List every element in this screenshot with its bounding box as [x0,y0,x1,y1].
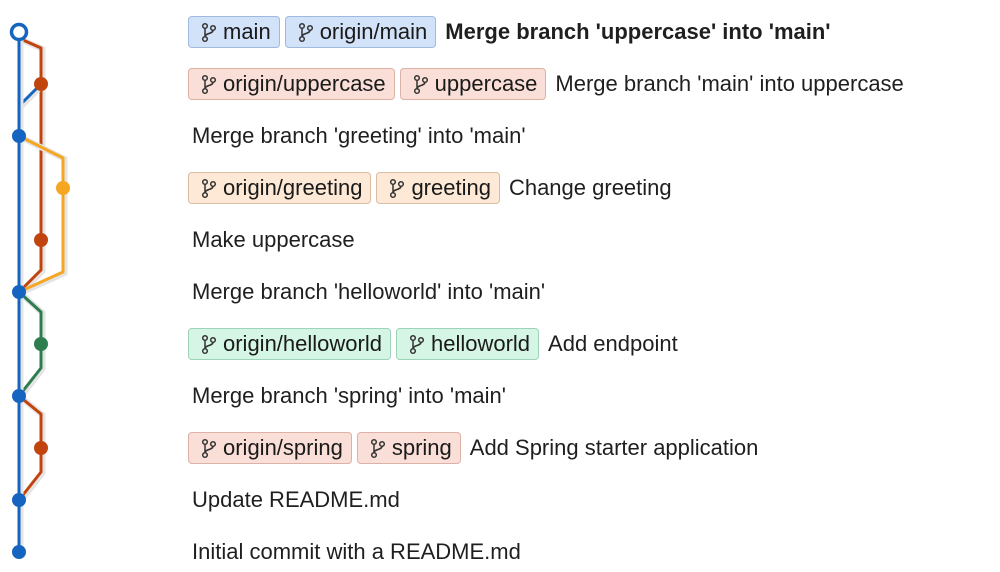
commit-message: Make uppercase [192,227,355,252]
ref-badge-origin-uppercase[interactable]: origin/uppercase [188,68,395,100]
commit-message: Merge branch 'main' into uppercase [555,71,904,96]
commit-row[interactable]: origin/helloworld helloworld Add endpoint [188,326,678,362]
git-branch-icon [298,22,313,43]
commit-message: Add endpoint [548,331,678,356]
commit-message: Merge branch 'helloworld' into 'main' [192,279,546,304]
ref-badge-label: uppercase [434,71,538,96]
commit-graph [9,22,70,559]
git-branch-icon [201,74,217,95]
git-branch-icon [413,74,428,95]
ref-badge-label: origin/uppercase [223,71,386,96]
ref-badge-label: greeting [411,175,491,200]
commit-row[interactable]: Merge branch 'spring' into 'main' [188,378,506,414]
uppercase-branch-line-shadow [17,31,46,296]
ref-badge-uppercase[interactable]: uppercase [399,68,547,100]
ref-badge-helloworld[interactable]: helloworld [395,328,540,360]
git-branch-icon [409,334,425,355]
commit-dot[interactable] [34,77,48,91]
ref-badge-origin-helloworld[interactable]: origin/helloworld [188,328,391,360]
git-branch-icon [201,178,217,199]
commit-message: Merge branch 'greeting' into 'main' [192,123,526,148]
git-branch-icon [201,438,217,459]
ref-badge-label: origin/spring [223,435,343,460]
ref-badge-label: origin/main [319,19,428,44]
git-branch-icon [201,334,217,355]
commit-row[interactable]: Initial commit with a README.md [188,534,521,570]
ref-badge-origin-spring[interactable]: origin/spring [188,432,352,464]
commit-row[interactable]: Make uppercase [188,222,355,258]
commit-dot[interactable] [12,285,26,299]
commit-dot[interactable] [12,389,26,403]
commit-message: Merge branch 'uppercase' into 'main' [445,19,831,44]
git-branch-icon [390,178,405,199]
commit-dot[interactable] [34,233,48,247]
commit-message: Update README.md [192,487,400,512]
commit-row[interactable]: origin/greeting greeting Change greeting [188,170,672,206]
commit-row[interactable]: Update README.md [188,482,400,518]
commit-dot[interactable] [12,493,26,507]
commit-message: Initial commit with a README.md [192,539,521,564]
ref-badge-origin-greeting[interactable]: origin/greeting [188,172,372,204]
commit-dot[interactable] [12,129,26,143]
ref-badge-main[interactable]: main [188,16,280,48]
git-branch-icon [201,22,217,43]
commit-row[interactable]: Merge branch 'greeting' into 'main' [188,118,526,154]
commit-row[interactable]: main origin/main Merge branch 'uppercase' … [188,14,831,50]
commit-dot[interactable] [34,337,48,351]
commit-dot[interactable] [34,441,48,455]
ref-badge-label: main [223,19,271,44]
commit-message: Change greeting [508,175,672,200]
commit-dot[interactable] [12,545,26,559]
commit-dot[interactable] [56,181,70,195]
commit-message: Merge branch 'spring' into 'main' [192,383,506,408]
commit-row[interactable]: origin/uppercase uppercase Merge branch 'm… [188,66,904,102]
commit-row[interactable]: origin/spring spring Add Spring starter ap… [188,430,758,466]
commit-row[interactable]: Merge branch 'helloworld' into 'main' [188,274,545,310]
ref-badge-label: helloworld [430,331,531,356]
ref-badge-label: origin/helloworld [223,331,382,356]
commit-dot-head[interactable] [9,22,29,42]
commit-message: Add Spring starter application [469,435,759,460]
ref-badge-origin-main[interactable]: origin/main [284,16,437,48]
ref-badge-label: origin/greeting [223,175,363,200]
ref-badge-greeting[interactable]: greeting [376,172,500,204]
ref-badge-spring[interactable]: spring [356,432,461,464]
git-branch-icon [370,438,385,459]
ref-badge-label: spring [391,435,452,460]
